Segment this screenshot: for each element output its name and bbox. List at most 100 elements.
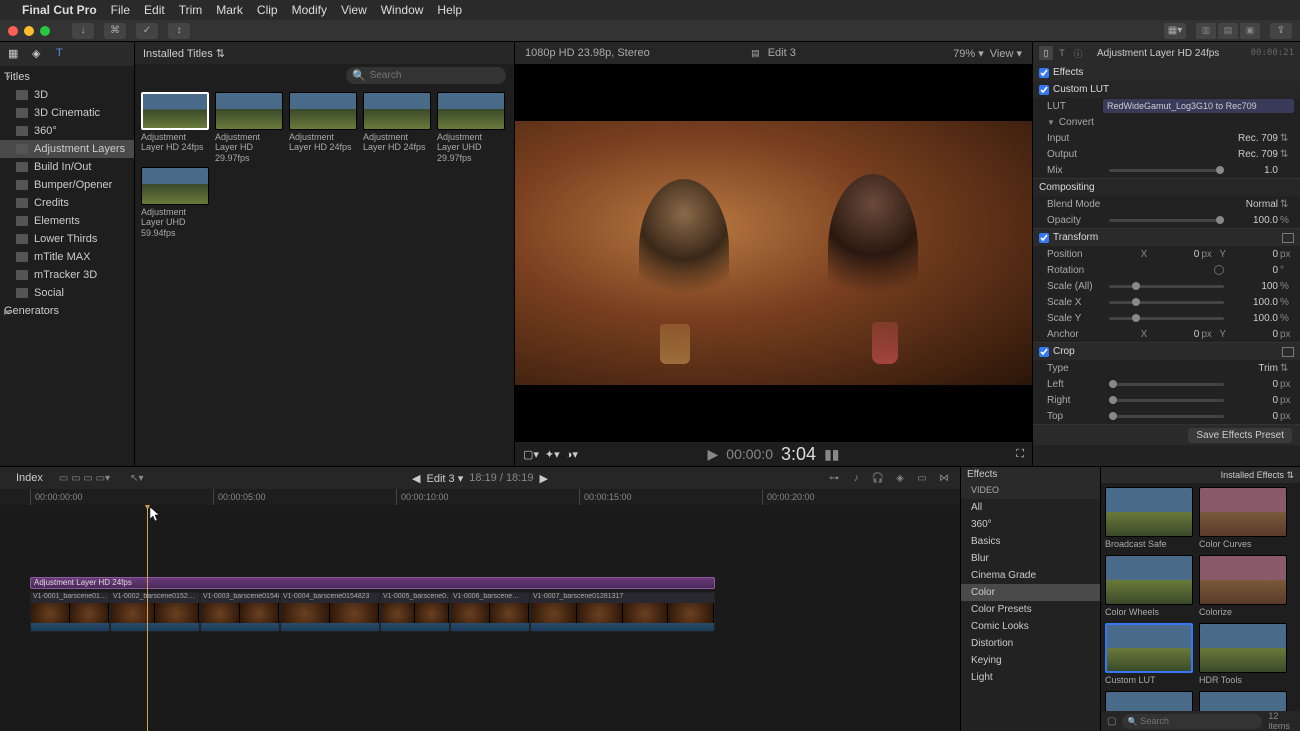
title-thumb[interactable]: Adjustment Layer HD 24fps (363, 92, 433, 163)
effects-category-cinema-grade[interactable]: Cinema Grade (961, 567, 1100, 584)
effect-thumb[interactable]: Broadcast Safe (1105, 487, 1193, 549)
timeline-transitions-button[interactable]: ⋈ (936, 471, 952, 485)
background-tasks-button[interactable]: ✓ (136, 23, 158, 39)
fullscreen-button[interactable]: ⛶ (1016, 448, 1024, 461)
category-adjustment-layers[interactable]: Adjustment Layers (0, 140, 134, 158)
menu-help[interactable]: Help (437, 3, 462, 17)
scale-y-slider[interactable] (1109, 317, 1224, 320)
rotation-value[interactable]: 0 (1230, 265, 1278, 276)
effect-thumb[interactable]: Custom LUT (1105, 623, 1193, 685)
custom-lut-checkbox[interactable] (1039, 85, 1049, 95)
effects-category-360[interactable]: 360° (961, 516, 1100, 533)
menu-clip[interactable]: Clip (257, 3, 278, 17)
category-3d-cinematic[interactable]: 3D Cinematic (0, 104, 134, 122)
anchor-x[interactable]: 0 (1151, 329, 1199, 340)
timeline-toggle-button[interactable]: ▤ (1218, 23, 1238, 39)
timeline-clip[interactable]: V1-0002_barscene0152… (110, 592, 200, 632)
category-build-in-out[interactable]: Build In/Out (0, 158, 134, 176)
position-y[interactable]: 0 (1230, 249, 1278, 260)
effects-filter-button[interactable]: ▢ (1107, 716, 1116, 727)
inspector-toggle-button[interactable]: ▣ (1240, 23, 1260, 39)
effects-category-distortion[interactable]: Distortion (961, 635, 1100, 652)
effects-category-all[interactable]: All (961, 499, 1100, 516)
app-menu[interactable]: Final Cut Pro (22, 3, 97, 17)
retime-tool-button[interactable]: ◑▾ (566, 448, 578, 461)
extensions-button[interactable]: ▦▾ (1164, 23, 1186, 39)
blend-mode-value[interactable]: Normal (1230, 199, 1278, 210)
transform-checkbox[interactable] (1039, 233, 1049, 243)
titles-icon[interactable]: T (56, 47, 70, 61)
menu-file[interactable]: File (111, 3, 130, 17)
play-button[interactable]: ▶ (708, 446, 719, 463)
timeline-snapping-button[interactable]: ◈ (892, 471, 908, 485)
title-thumb[interactable]: Adjustment Layer HD 29.97fps (215, 92, 285, 163)
effects-category-comic-looks[interactable]: Comic Looks (961, 618, 1100, 635)
scale-y-value[interactable]: 100.0 (1230, 313, 1278, 324)
crop-type-value[interactable]: Trim (1230, 363, 1278, 374)
save-effects-preset-button[interactable]: Save Effects Preset (1188, 428, 1292, 443)
menu-view[interactable]: View (341, 3, 367, 17)
effects-category-blur[interactable]: Blur (961, 550, 1100, 567)
crop-top-value[interactable]: 0 (1230, 411, 1278, 422)
transform-tool-button[interactable]: ▢▾ (523, 448, 539, 461)
menu-edit[interactable]: Edit (144, 3, 165, 17)
timeline-clip[interactable]: V1-0001_barscene01… (30, 592, 110, 632)
effect-thumb[interactable]: HDR Tools (1199, 623, 1287, 685)
category-360[interactable]: 360° (0, 122, 134, 140)
category-credits[interactable]: Credits (0, 194, 134, 212)
menu-modify[interactable]: Modify (292, 3, 327, 17)
menu-trim[interactable]: Trim (179, 3, 203, 17)
toolbar-clip-appearance-button[interactable]: ▭ ▭ ▭ ▭▾ (59, 473, 110, 484)
toolbar-select-tool[interactable]: ↖▾ (130, 473, 143, 484)
keyword-button[interactable]: ⌘ (104, 23, 126, 39)
crop-left-value[interactable]: 0 (1230, 379, 1278, 390)
title-thumb[interactable]: Adjustment Layer UHD 29.97fps (437, 92, 507, 163)
effect-thumb[interactable] (1105, 691, 1193, 711)
close-window-button[interactable] (8, 26, 18, 36)
timeline-adjustment-layer-clip[interactable]: Adjustment Layer HD 24fps (30, 577, 715, 589)
category-elements[interactable]: Elements (0, 212, 134, 230)
rotation-dial-icon[interactable] (1214, 265, 1224, 275)
category-generators[interactable]: ▶Generators (0, 302, 134, 320)
opacity-value[interactable]: 100.0 (1230, 215, 1278, 226)
zoom-window-button[interactable] (40, 26, 50, 36)
enhance-tool-button[interactable]: ✦▾ (545, 448, 560, 461)
timeline-clip[interactable]: V1-0007_barscene01281317 (530, 592, 715, 632)
category-lower-thirds[interactable]: Lower Thirds (0, 230, 134, 248)
timeline-clip[interactable]: V1-0006_barscene… (450, 592, 530, 632)
minimize-window-button[interactable] (24, 26, 34, 36)
effect-thumb[interactable]: Color Curves (1199, 487, 1287, 549)
crop-left-slider[interactable] (1109, 383, 1224, 386)
crop-right-value[interactable]: 0 (1230, 395, 1278, 406)
effects-category-color-presets[interactable]: Color Presets (961, 601, 1100, 618)
effects-category-basics[interactable]: Basics (961, 533, 1100, 550)
timeline-ruler[interactable]: 00:00:00:00 00:00:05:00 00:00:10:00 00:0… (0, 489, 960, 505)
timeline-audio-skimming-button[interactable]: ♪ (848, 471, 864, 485)
title-thumb[interactable]: Adjustment Layer UHD 59.94fps (141, 167, 211, 238)
title-thumb[interactable]: Adjustment Layer HD 24fps (289, 92, 359, 163)
effects-checkbox[interactable] (1039, 68, 1049, 78)
timeline-index-button[interactable]: Index (8, 470, 51, 486)
viewer-zoom-dropdown[interactable]: 79% ▾ (953, 47, 984, 60)
menu-mark[interactable]: Mark (216, 3, 243, 17)
effect-thumb[interactable]: Color Wheels (1105, 555, 1193, 617)
inspector-tab-video[interactable]: ▯ (1039, 46, 1053, 60)
installed-effects-label[interactable]: Installed Effects ⇅ (1221, 470, 1294, 481)
menu-window[interactable]: Window (381, 3, 424, 17)
mix-slider[interactable] (1109, 169, 1224, 172)
viewer-view-dropdown[interactable]: View ▾ (990, 47, 1022, 60)
effects-category-color[interactable]: Color (961, 584, 1100, 601)
mix-value[interactable]: 1.0 (1230, 165, 1278, 176)
timeline-title-label[interactable]: Edit 3 ▾ (427, 472, 464, 485)
adjust-button[interactable]: ↕ (168, 23, 190, 39)
browser-toggle-button[interactable]: ▥ (1196, 23, 1216, 39)
category-bumper-opener[interactable]: Bumper/Opener (0, 176, 134, 194)
category-mtracker-3d[interactable]: mTracker 3D (0, 266, 134, 284)
category-titles[interactable]: ▼Titles (0, 68, 134, 86)
inspector-tab-text[interactable]: T (1055, 46, 1069, 60)
input-value[interactable]: Rec. 709 (1230, 133, 1278, 144)
import-button[interactable]: ↓ (72, 23, 94, 39)
timeline-clip[interactable]: V1-0004_barscene0154823 (280, 592, 380, 632)
title-thumb[interactable]: Adjustment Layer HD 24fps (141, 92, 211, 163)
anchor-y[interactable]: 0 (1230, 329, 1278, 340)
